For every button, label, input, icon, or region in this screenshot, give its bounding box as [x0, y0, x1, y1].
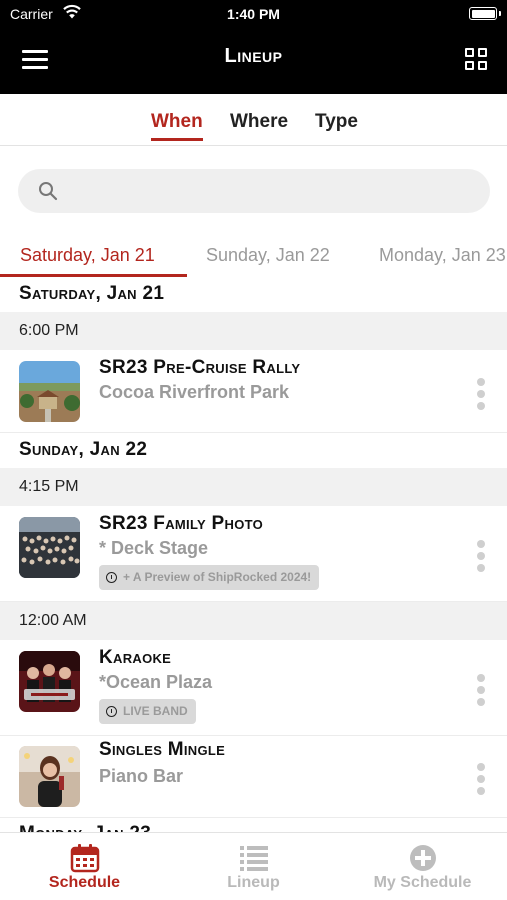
day-header-saturday: Saturday, Jan 21 [0, 277, 507, 311]
event-row[interactable]: Karaoke *Ocean Plaza LIVE BAND [0, 640, 507, 736]
tab-lineup-label: Lineup [227, 874, 280, 891]
list-icon [239, 846, 268, 871]
event-row[interactable]: Singles Mingle Piano Bar [0, 736, 507, 818]
event-name: SR23 Pre-Cruise Rally [99, 357, 301, 378]
more-options-icon[interactable] [477, 540, 485, 576]
event-thumbnail [19, 746, 80, 807]
event-venue: Cocoa Riverfront Park [99, 382, 290, 402]
date-tabs: Saturday, Jan 21 Sunday, Jan 22 Monday, … [0, 234, 507, 278]
tab-my-schedule-label: My Schedule [373, 874, 472, 891]
event-thumbnail [19, 361, 80, 422]
search-icon [39, 182, 58, 201]
time-header: 6:00 PM [0, 312, 507, 350]
date-tab-saturday[interactable]: Saturday, Jan 21 [20, 245, 155, 266]
event-row[interactable]: SR23 Pre-Cruise Rally Cocoa Riverfront P… [0, 350, 507, 433]
tab-schedule-label: Schedule [48, 874, 121, 891]
tab-my-schedule[interactable]: My Schedule [338, 833, 507, 900]
date-tab-sunday[interactable]: Sunday, Jan 22 [206, 245, 330, 266]
day-header-sunday: Sunday, Jan 22 [0, 433, 507, 467]
search-input[interactable] [70, 169, 470, 213]
more-options-icon[interactable] [477, 378, 485, 414]
event-tag: + A Preview of ShipRocked 2024! [99, 565, 320, 590]
time-header: 12:00 AM [0, 602, 507, 640]
event-tag: LIVE BAND [99, 699, 196, 724]
tab-schedule[interactable]: Schedule [0, 833, 169, 900]
date-tab-monday[interactable]: Monday, Jan 23 [379, 245, 506, 266]
nav-bar: Lineup [0, 28, 507, 94]
event-name: Singles Mingle [99, 739, 226, 760]
calendar-icon [70, 844, 99, 873]
status-time: 1:40 PM [227, 6, 280, 22]
tab-type[interactable]: Type [315, 111, 358, 133]
tab-lineup[interactable]: Lineup [169, 833, 338, 900]
event-venue: Piano Bar [99, 766, 184, 786]
event-name: Karaoke [99, 647, 172, 668]
event-name: SR23 Family Photo [99, 513, 264, 534]
clock-icon [106, 572, 117, 583]
tab-bar: Schedule Lineup My Schedule [0, 832, 507, 900]
event-venue: *Ocean Plaza [99, 672, 213, 692]
page-title: Lineup [224, 45, 283, 67]
event-tag-label: LIVE BAND [123, 704, 188, 718]
event-thumbnail [19, 517, 80, 578]
more-options-icon[interactable] [477, 763, 485, 799]
grid-icon[interactable] [465, 48, 489, 72]
clock-icon [106, 706, 117, 717]
event-venue: * Deck Stage [99, 538, 209, 558]
time-header: 4:15 PM [0, 468, 507, 506]
battery-icon [469, 7, 497, 20]
filter-tabs: When Where Type [0, 94, 507, 146]
search-bar [18, 169, 490, 213]
battery-tip [499, 11, 501, 16]
more-options-icon[interactable] [477, 674, 485, 710]
plus-circle-icon [409, 845, 436, 871]
status-bar: Carrier 1:40 PM [0, 0, 507, 28]
event-tag-label: + A Preview of ShipRocked 2024! [123, 570, 312, 584]
tab-when[interactable]: When [151, 111, 203, 141]
tab-where[interactable]: Where [230, 111, 288, 133]
event-row[interactable]: SR23 Family Photo * Deck Stage + A Previ… [0, 506, 507, 602]
event-thumbnail [19, 651, 80, 712]
